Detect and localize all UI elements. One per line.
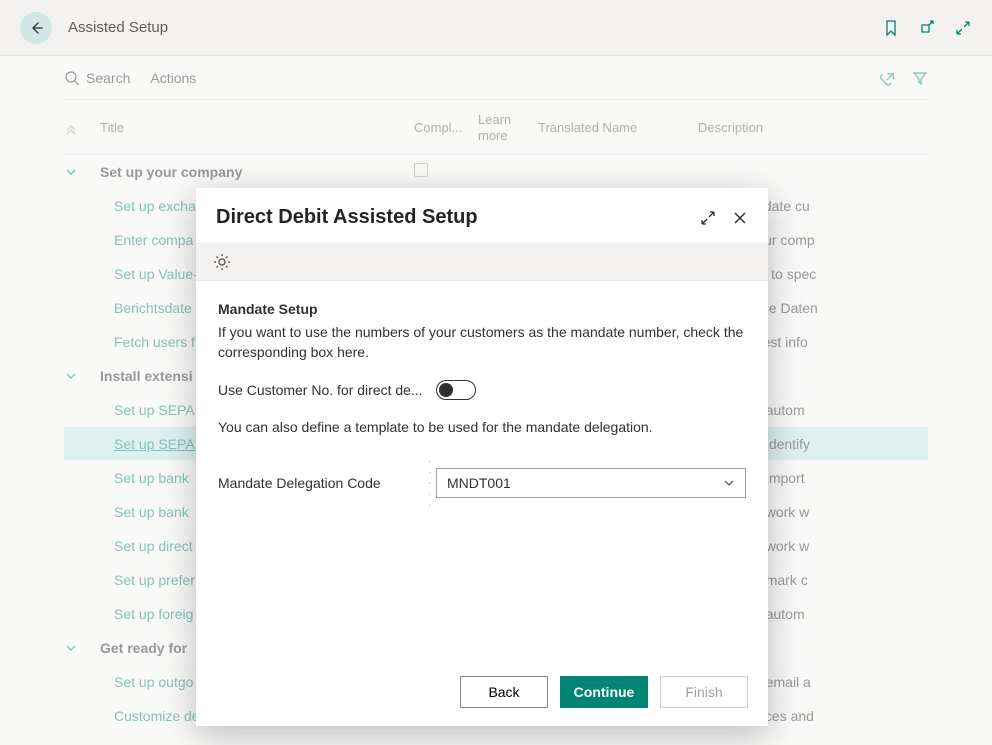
share-icon[interactable] bbox=[880, 70, 898, 86]
collapse-all-icon[interactable] bbox=[64, 121, 94, 135]
chevron-down-icon[interactable] bbox=[64, 641, 94, 655]
select-label: Mandate Delegation Code bbox=[218, 475, 428, 491]
modal-action-bar bbox=[196, 243, 768, 281]
chevron-down-icon[interactable] bbox=[64, 165, 94, 179]
chevron-down-icon bbox=[723, 477, 735, 489]
col-header-completed[interactable]: Compl... bbox=[414, 120, 478, 135]
col-header-title[interactable]: Title bbox=[94, 120, 414, 135]
field-dots: · · · · · bbox=[428, 456, 436, 511]
back-button[interactable]: Back bbox=[460, 676, 548, 708]
grid-header-row: Title Compl... Learn more Translated Nam… bbox=[64, 100, 928, 154]
select-value: MNDT001 bbox=[447, 475, 511, 491]
page-toolbar: Search Actions bbox=[64, 56, 928, 100]
search-label: Search bbox=[86, 70, 130, 86]
actions-menu[interactable]: Actions bbox=[150, 70, 196, 86]
completed-checkbox[interactable] bbox=[414, 163, 428, 177]
group-row[interactable]: Set up your company bbox=[64, 155, 928, 189]
expand-icon[interactable] bbox=[954, 19, 972, 37]
gear-icon[interactable] bbox=[212, 252, 232, 272]
arrow-left-icon bbox=[28, 20, 44, 36]
modal-section-heading: Mandate Setup bbox=[218, 301, 746, 317]
bookmark-icon[interactable] bbox=[882, 19, 900, 37]
back-button[interactable] bbox=[20, 12, 52, 44]
search-icon bbox=[64, 70, 80, 86]
finish-button[interactable]: Finish bbox=[660, 676, 748, 708]
page-header: Assisted Setup bbox=[0, 0, 992, 56]
search-action[interactable]: Search bbox=[64, 70, 130, 86]
modal-intro-text: If you want to use the numbers of your c… bbox=[218, 323, 746, 362]
modal-sub-text: You can also define a template to be use… bbox=[218, 418, 746, 438]
page-title: Assisted Setup bbox=[68, 19, 168, 36]
toggle-label: Use Customer No. for direct de... bbox=[218, 382, 428, 398]
modal-close-icon[interactable] bbox=[732, 210, 748, 226]
continue-button[interactable]: Continue bbox=[560, 676, 648, 708]
group-label: Set up your company bbox=[94, 164, 414, 180]
popout-icon[interactable] bbox=[918, 19, 936, 37]
col-header-translated[interactable]: Translated Name bbox=[538, 120, 698, 135]
mandate-delegation-select[interactable]: MNDT001 bbox=[436, 468, 746, 498]
modal-expand-icon[interactable] bbox=[700, 210, 716, 226]
assisted-setup-modal: Direct Debit Assisted Setup Mandate Setu… bbox=[196, 188, 768, 726]
modal-title: Direct Debit Assisted Setup bbox=[216, 206, 478, 229]
col-header-learn-more[interactable]: Learn more bbox=[478, 112, 538, 143]
chevron-down-icon[interactable] bbox=[64, 369, 94, 383]
use-customer-no-toggle[interactable] bbox=[436, 380, 476, 400]
col-header-description[interactable]: Description bbox=[698, 120, 928, 135]
filter-icon[interactable] bbox=[912, 70, 928, 86]
